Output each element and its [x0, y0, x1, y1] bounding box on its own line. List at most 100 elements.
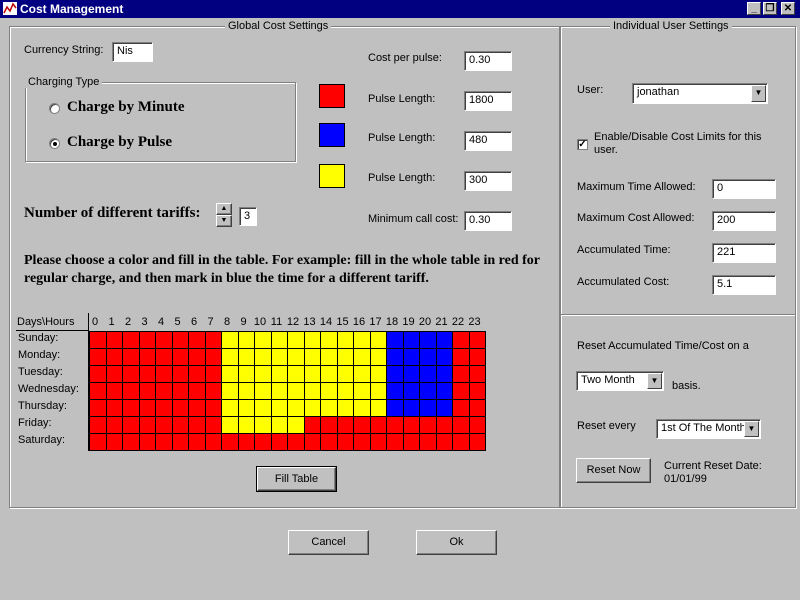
grid-cell[interactable]	[369, 416, 387, 434]
grid-cell[interactable]	[155, 348, 173, 366]
grid-cell[interactable]	[122, 433, 140, 451]
grid-cell[interactable]	[204, 348, 222, 366]
grid-cell[interactable]	[468, 399, 486, 417]
grid-cell[interactable]	[204, 399, 222, 417]
grid-cell[interactable]	[105, 348, 123, 366]
charge-by-pulse-label[interactable]: Charge by Pulse	[67, 134, 172, 151]
grid-cell[interactable]	[468, 416, 486, 434]
grid-cell[interactable]	[270, 348, 288, 366]
grid-cell[interactable]	[369, 331, 387, 349]
grid-cell[interactable]	[270, 331, 288, 349]
grid-cell[interactable]	[320, 399, 338, 417]
reset-now-button[interactable]: Reset Now	[576, 458, 651, 483]
pulse-length-input-red[interactable]: 1800	[464, 91, 512, 111]
grid-cell[interactable]	[270, 433, 288, 451]
grid-cell[interactable]	[402, 348, 420, 366]
max-cost-input[interactable]: 200	[712, 211, 776, 231]
grid-cell[interactable]	[122, 416, 140, 434]
grid-cell[interactable]	[171, 433, 189, 451]
grid-cell[interactable]	[452, 365, 470, 383]
user-select[interactable]: jonathan ▼	[632, 83, 768, 104]
grid-cell[interactable]	[336, 331, 354, 349]
grid-cell[interactable]	[221, 382, 239, 400]
grid-cell[interactable]	[105, 331, 123, 349]
grid-cell[interactable]	[89, 433, 107, 451]
grid-cell[interactable]	[270, 399, 288, 417]
grid-cell[interactable]	[303, 399, 321, 417]
grid-cell[interactable]	[336, 382, 354, 400]
grid-cell[interactable]	[419, 348, 437, 366]
grid-cell[interactable]	[188, 416, 206, 434]
grid-cell[interactable]	[155, 416, 173, 434]
grid-cell[interactable]	[287, 382, 305, 400]
grid-cell[interactable]	[89, 416, 107, 434]
grid-cell[interactable]	[287, 365, 305, 383]
grid-cell[interactable]	[353, 382, 371, 400]
grid-cell[interactable]	[254, 382, 272, 400]
grid-cell[interactable]	[122, 348, 140, 366]
minimize-button[interactable]: _	[747, 2, 761, 15]
grid-cell[interactable]	[254, 433, 272, 451]
grid-cell[interactable]	[188, 382, 206, 400]
tariffs-input[interactable]: 3	[239, 207, 257, 226]
grid-cell[interactable]	[468, 433, 486, 451]
grid-cell[interactable]	[386, 331, 404, 349]
grid-cell[interactable]	[303, 382, 321, 400]
grid-cell[interactable]	[435, 348, 453, 366]
grid-cell[interactable]	[155, 399, 173, 417]
grid-cell[interactable]	[171, 399, 189, 417]
grid-cell[interactable]	[369, 433, 387, 451]
grid-cell[interactable]	[270, 416, 288, 434]
grid-cell[interactable]	[320, 331, 338, 349]
grid-cell[interactable]	[89, 399, 107, 417]
grid-cell[interactable]	[419, 365, 437, 383]
grid-cell[interactable]	[122, 365, 140, 383]
grid-cell[interactable]	[353, 348, 371, 366]
ok-button[interactable]: Ok	[416, 530, 497, 555]
max-time-input[interactable]: 0	[712, 179, 776, 199]
grid-cell[interactable]	[303, 416, 321, 434]
grid-cell[interactable]	[105, 416, 123, 434]
grid-cell[interactable]	[320, 382, 338, 400]
grid-cell[interactable]	[468, 365, 486, 383]
grid-cell[interactable]	[452, 433, 470, 451]
restore-button[interactable]: ❐	[763, 2, 777, 15]
fill-table-button-frame[interactable]: Fill Table	[256, 466, 337, 492]
grid-cell[interactable]	[237, 433, 255, 451]
grid-cell[interactable]	[105, 365, 123, 383]
grid-cell[interactable]	[89, 348, 107, 366]
grid-cell[interactable]	[369, 365, 387, 383]
grid-cell[interactable]	[287, 433, 305, 451]
title-bar[interactable]: Cost Management _ ❐ ✕	[0, 0, 800, 18]
grid-cell[interactable]	[188, 365, 206, 383]
grid-cell[interactable]	[369, 382, 387, 400]
acc-time-input[interactable]: 221	[712, 243, 776, 263]
grid-cell[interactable]	[254, 365, 272, 383]
grid-cell[interactable]	[336, 365, 354, 383]
grid-cell[interactable]	[452, 416, 470, 434]
grid-cell[interactable]	[155, 365, 173, 383]
grid-cell[interactable]	[254, 399, 272, 417]
blue-color-swatch[interactable]	[319, 123, 345, 147]
grid-cell[interactable]	[320, 348, 338, 366]
grid-cell[interactable]	[204, 331, 222, 349]
reset-every-select[interactable]: 1st Of The Month ▼	[656, 419, 761, 439]
grid-cell[interactable]	[254, 348, 272, 366]
grid-cell[interactable]	[270, 365, 288, 383]
grid-cell[interactable]	[336, 348, 354, 366]
grid-cell[interactable]	[303, 348, 321, 366]
grid-cell[interactable]	[221, 433, 239, 451]
grid-cell[interactable]	[336, 433, 354, 451]
grid-cell[interactable]	[237, 382, 255, 400]
grid-cell[interactable]	[353, 416, 371, 434]
grid-cell[interactable]	[89, 365, 107, 383]
grid-cell[interactable]	[204, 416, 222, 434]
red-color-swatch[interactable]	[319, 84, 345, 108]
grid-cell[interactable]	[386, 399, 404, 417]
grid-cell[interactable]	[171, 365, 189, 383]
currency-input[interactable]: Nis	[112, 42, 153, 62]
grid-cell[interactable]	[138, 331, 156, 349]
cancel-button[interactable]: Cancel	[288, 530, 369, 555]
grid-cell[interactable]	[138, 416, 156, 434]
grid-cell[interactable]	[254, 331, 272, 349]
